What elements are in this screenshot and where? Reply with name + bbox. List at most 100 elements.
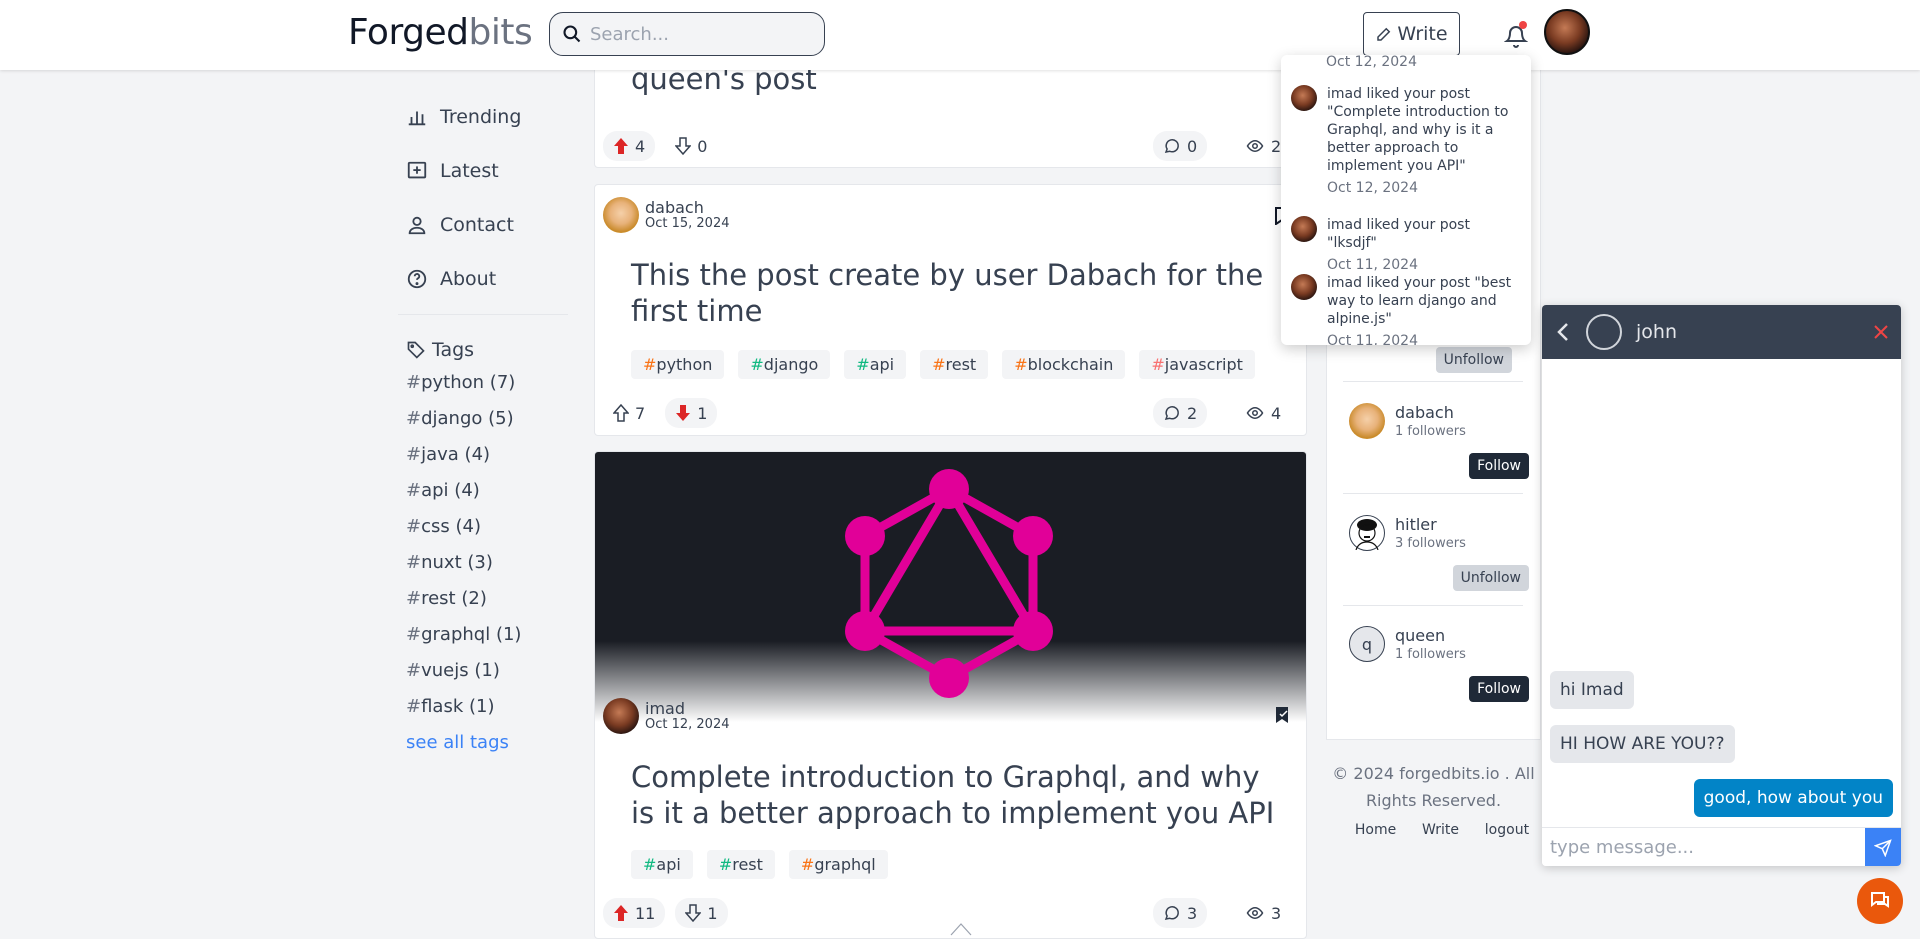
downvote-button[interactable]: 0 [665, 131, 717, 161]
post-author[interactable]: dabach Oct 15, 2024 [603, 197, 730, 233]
post-title[interactable]: Complete introduction to Graphql, and wh… [631, 759, 1291, 831]
post-tag[interactable]: #rest [920, 350, 989, 379]
downvote-button[interactable]: 1 [665, 398, 718, 428]
search-input[interactable] [590, 23, 790, 45]
post-tag[interactable]: #python [631, 350, 725, 379]
nav-contact[interactable]: Contact [398, 198, 568, 252]
notification-item[interactable]: imad liked your post "Complete introduct… [1291, 85, 1521, 196]
comments-count[interactable]: 2 [1153, 398, 1208, 428]
search-box[interactable] [549, 12, 825, 56]
arrow-up-filled-icon [614, 138, 628, 154]
chart-icon [408, 111, 426, 126]
vote-group: 11 1 [603, 898, 728, 928]
see-all-tags-link[interactable]: see all tags [398, 725, 568, 761]
follow-button[interactable]: Follow [1469, 676, 1529, 702]
post-card: imad Oct 12, 2024 Complete introduction … [594, 451, 1307, 939]
write-button[interactable]: Write [1363, 12, 1460, 56]
upvote-button[interactable]: 7 [603, 398, 655, 428]
notification-date: Oct 12, 2024 [1326, 55, 1417, 70]
post-author[interactable]: imad Oct 12, 2024 [603, 698, 730, 734]
user-avatar[interactable] [1544, 9, 1590, 55]
footer-link-home[interactable]: Home [1355, 822, 1396, 838]
arrow-up-filled-icon [614, 905, 628, 921]
suggestion-dabach: dabach 1 followers Follow [1349, 403, 1529, 503]
chat-avatar [1586, 314, 1622, 350]
eye-icon [1246, 906, 1264, 920]
tag-css[interactable]: #css (4) [398, 509, 568, 545]
post-card: queen's post 4 0 0 2 [594, 60, 1307, 168]
downvote-button[interactable]: 1 [675, 898, 728, 928]
tag-rest[interactable]: #rest (2) [398, 581, 568, 617]
send-icon [1874, 838, 1892, 857]
post-tags: #api #rest #graphql [631, 850, 888, 879]
footer-link-write[interactable]: Write [1422, 822, 1459, 838]
search-icon [563, 25, 581, 43]
tag-vuejs[interactable]: #vuejs (1) [398, 653, 568, 689]
chat-message-in: hi Imad [1550, 671, 1634, 709]
comments-count[interactable]: 0 [1153, 131, 1208, 161]
notification-item[interactable]: imad liked your post "lksdjf" Oct 11, 202… [1291, 216, 1521, 273]
tag-java[interactable]: #java (4) [398, 437, 568, 473]
notification-item[interactable]: imad liked your post "best way to learn … [1291, 274, 1521, 345]
plus-square-icon [407, 161, 427, 179]
tag-django[interactable]: #django (5) [398, 401, 568, 437]
nav-trending[interactable]: Trending [398, 90, 568, 144]
notifications-bell[interactable] [1500, 20, 1532, 52]
graphql-logo-icon [845, 469, 1053, 698]
footer-link-logout[interactable]: logout [1485, 822, 1529, 838]
bookmark-saved-icon[interactable] [1275, 706, 1291, 724]
upvote-button[interactable]: 4 [603, 131, 656, 161]
post-title[interactable]: This the post create by user Dabach for … [631, 257, 1291, 329]
post-tag[interactable]: #api [631, 850, 693, 879]
close-icon[interactable] [1873, 324, 1889, 340]
comments-count[interactable]: 3 [1153, 898, 1208, 928]
send-button[interactable] [1865, 828, 1901, 866]
top-header: Forgedbits Write [0, 0, 1920, 70]
chat-toggle-button[interactable] [1857, 878, 1903, 924]
upvote-button[interactable]: 11 [603, 898, 666, 928]
post-tag[interactable]: #graphql [788, 850, 888, 879]
tag-nuxt[interactable]: #nuxt (3) [398, 545, 568, 581]
unfollow-button[interactable]: Unfollow [1452, 565, 1529, 591]
post-tag[interactable]: #api [844, 350, 907, 379]
vote-group: 4 0 [603, 131, 717, 161]
comment-icon [1164, 906, 1179, 921]
post-tag[interactable]: #javascript [1139, 350, 1255, 379]
notification-avatar [1291, 85, 1317, 111]
tags-heading: Tags [398, 335, 568, 365]
tag-api[interactable]: #api (4) [398, 473, 568, 509]
suggestion-avatar[interactable]: q [1349, 626, 1385, 662]
post-cover-image[interactable] [595, 452, 1306, 722]
follow-button[interactable]: Follow [1469, 453, 1529, 479]
left-sidebar: Trending Latest Contact About Tags #pyth… [398, 90, 568, 761]
nav-latest[interactable]: Latest [398, 144, 568, 198]
notification-dot [1519, 21, 1527, 29]
arrow-down-icon [675, 137, 692, 155]
scroll-up-icon[interactable] [950, 922, 972, 936]
chevron-left-icon[interactable] [1554, 321, 1572, 343]
nav-about[interactable]: About [398, 252, 568, 306]
tag-python[interactable]: #python (7) [398, 365, 568, 401]
eye-icon [1246, 406, 1264, 420]
suggestion-avatar[interactable] [1349, 515, 1385, 551]
arrow-down-icon [685, 904, 702, 922]
user-icon [408, 216, 426, 235]
arrow-down-filled-icon [676, 405, 691, 421]
chat-message-out: good, how about you [1693, 779, 1893, 817]
chat-window: john hi Imad HI HOW ARE YOU?? good, how … [1542, 305, 1901, 866]
post-tag[interactable]: #rest [706, 850, 775, 879]
notification-avatar [1291, 216, 1317, 242]
suggestion-queen: q queen 1 followers Follow [1349, 626, 1529, 726]
post-tag[interactable]: #django [738, 350, 831, 379]
chat-message-input[interactable] [1542, 828, 1865, 866]
tag-flask[interactable]: #flask (1) [398, 689, 568, 725]
site-logo[interactable]: Forgedbits [348, 12, 533, 53]
suggestion-avatar[interactable] [1349, 403, 1385, 439]
unfollow-button[interactable]: Unfollow [1435, 347, 1512, 373]
chat-bubbles-icon [1871, 892, 1889, 908]
notification-avatar [1291, 274, 1317, 300]
nav-divider [398, 314, 568, 315]
tag-icon [407, 341, 425, 359]
post-tag[interactable]: #blockchain [1002, 350, 1126, 379]
tag-graphql[interactable]: #graphql (1) [398, 617, 568, 653]
